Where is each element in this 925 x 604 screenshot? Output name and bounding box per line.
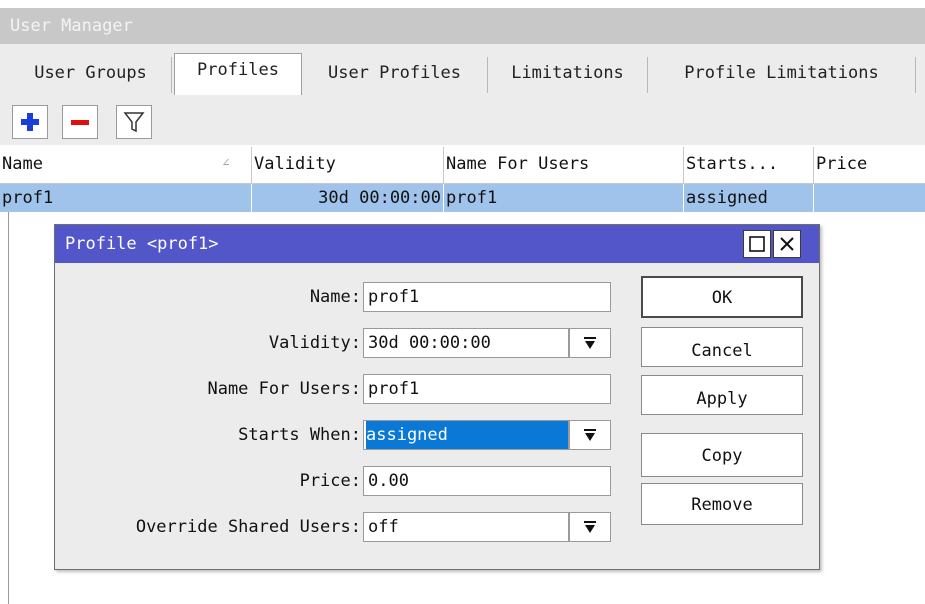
close-icon <box>780 237 794 251</box>
column-header-name[interactable]: Name ∠ <box>0 147 252 183</box>
tab-profile-limitations[interactable]: Profile Limitations <box>648 57 916 93</box>
dropdown-arrow-icon <box>584 337 596 349</box>
starts-when-label: Starts When: <box>238 425 361 445</box>
remove-button[interactable]: Remove <box>641 483 803 525</box>
dialog-title-bar[interactable]: Profile <prof1> <box>55 225 819 263</box>
price-label: Price: <box>299 471 361 491</box>
name-label: Name: <box>309 287 361 307</box>
cell-name: prof1 <box>0 184 252 212</box>
override-shared-users-select[interactable]: off <box>363 512 569 542</box>
tab-bar: User Groups Profiles User Profiles Limit… <box>0 44 925 95</box>
divider <box>8 212 9 604</box>
table-row[interactable]: prof1 30d 00:00:00 prof1 assigned <box>0 184 925 212</box>
table-header: Name ∠ Validity Name For Users Starts...… <box>0 147 925 184</box>
add-button[interactable] <box>12 105 48 139</box>
name-for-users-input[interactable]: prof1 <box>363 374 611 404</box>
plus-icon <box>21 113 39 131</box>
window-title-bar: User Manager <box>0 8 925 44</box>
override-shared-users-dropdown-button[interactable] <box>569 512 611 542</box>
maximize-icon <box>749 236 765 252</box>
cancel-button[interactable]: Cancel <box>641 327 803 367</box>
tab-user-profiles[interactable]: User Profiles <box>302 57 488 93</box>
copy-button[interactable]: Copy <box>641 433 803 477</box>
cell-name-for-users: prof1 <box>444 184 684 212</box>
apply-button[interactable]: Apply <box>641 375 803 415</box>
name-for-users-label: Name For Users: <box>207 379 361 399</box>
cell-validity: 30d 00:00:00 <box>252 184 444 212</box>
tab-limitations[interactable]: Limitations <box>488 57 648 93</box>
dialog-title: Profile <prof1> <box>65 234 219 254</box>
tab-user-groups[interactable]: User Groups <box>10 57 172 93</box>
filter-button[interactable] <box>116 105 152 139</box>
dropdown-arrow-icon <box>584 429 596 441</box>
toolbar <box>0 95 925 145</box>
starts-when-value: assigned <box>366 421 568 449</box>
starts-when-select[interactable]: assigned <box>363 420 569 450</box>
cell-starts: assigned <box>684 184 814 212</box>
starts-when-dropdown-button[interactable] <box>569 420 611 450</box>
remove-button[interactable] <box>62 105 98 139</box>
window-title: User Manager <box>10 16 133 36</box>
profile-dialog: Profile <prof1> Name: prof1 Validity: 30… <box>54 224 820 570</box>
ok-button[interactable]: OK <box>641 276 803 318</box>
filter-icon <box>123 112 145 133</box>
column-header-starts[interactable]: Starts... <box>684 147 814 183</box>
column-header-price[interactable]: Price <box>814 147 924 183</box>
dropdown-arrow-icon <box>584 521 596 533</box>
sort-indicator-icon: ∠ <box>222 156 230 171</box>
validity-dropdown-button[interactable] <box>569 328 611 358</box>
override-shared-users-label: Override Shared Users: <box>135 517 361 537</box>
column-header-name-for-users[interactable]: Name For Users <box>444 147 684 183</box>
validity-label: Validity: <box>268 333 361 353</box>
maximize-button[interactable] <box>743 230 771 258</box>
validity-input[interactable]: 30d 00:00:00 <box>363 328 569 358</box>
minus-icon <box>71 120 89 125</box>
name-input[interactable]: prof1 <box>363 282 611 312</box>
cell-price <box>814 184 924 212</box>
column-header-validity[interactable]: Validity <box>252 147 444 183</box>
close-button[interactable] <box>773 230 801 258</box>
price-input[interactable]: 0.00 <box>363 466 611 496</box>
tab-profiles[interactable]: Profiles <box>174 53 302 95</box>
